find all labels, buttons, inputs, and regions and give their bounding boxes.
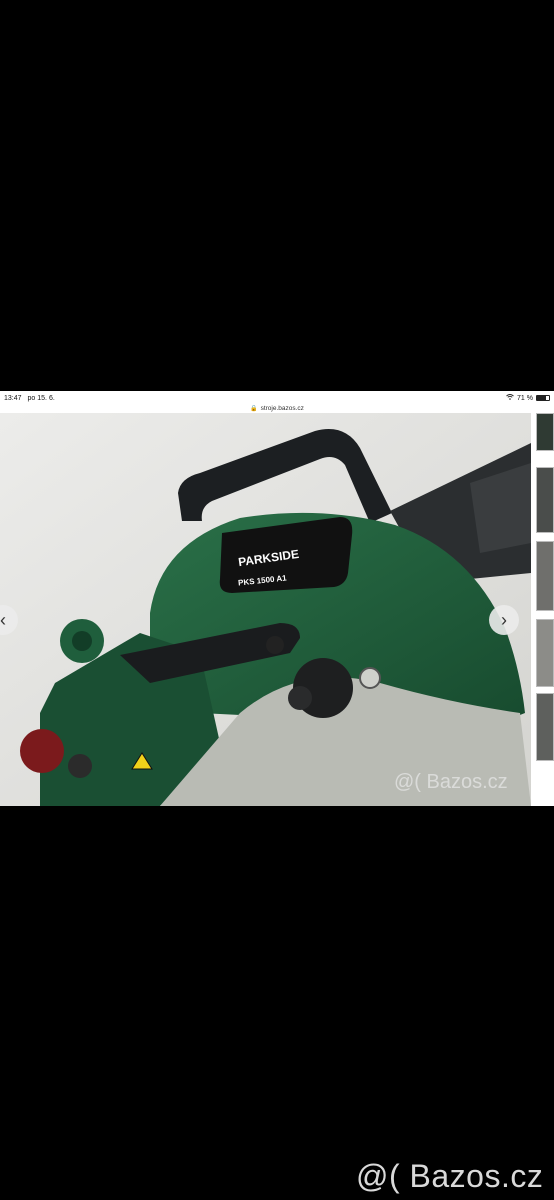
wifi-icon xyxy=(506,394,514,402)
battery-percent: 71 % xyxy=(517,394,533,402)
battery-icon xyxy=(536,395,550,401)
page: 13:47 po 15. 6. 71 % 🔒 stroje.bazos.cz P… xyxy=(0,0,554,1200)
next-photo-button[interactable]: › xyxy=(489,605,519,635)
thumbnail-2[interactable] xyxy=(536,467,554,533)
thumbnail-strip xyxy=(534,413,554,806)
lock-icon: 🔒 xyxy=(250,405,258,412)
address-bar[interactable]: 🔒 stroje.bazos.cz xyxy=(0,403,554,413)
thumbnail-1[interactable] xyxy=(536,413,554,451)
status-time: 13:47 xyxy=(4,394,22,402)
screenshot-frame: 13:47 po 15. 6. 71 % 🔒 stroje.bazos.cz P… xyxy=(0,391,554,806)
thumbnail-5[interactable] xyxy=(536,693,554,761)
photo-watermark: @( Bazos.cz xyxy=(394,771,508,793)
chevron-left-icon: ‹ xyxy=(0,609,6,630)
saw-photo xyxy=(0,413,531,806)
photo-viewer[interactable]: PARKSIDE PKS 1500 A1 ‹ › @( Bazos.cz xyxy=(0,413,531,806)
thumbnail-3[interactable] xyxy=(536,541,554,611)
status-date: po 15. 6. xyxy=(27,394,55,402)
chevron-right-icon: › xyxy=(501,609,507,630)
page-watermark: @( Bazos.cz xyxy=(356,1158,544,1194)
thumbnail-4[interactable] xyxy=(536,619,554,687)
url-text: stroje.bazos.cz xyxy=(260,404,304,412)
